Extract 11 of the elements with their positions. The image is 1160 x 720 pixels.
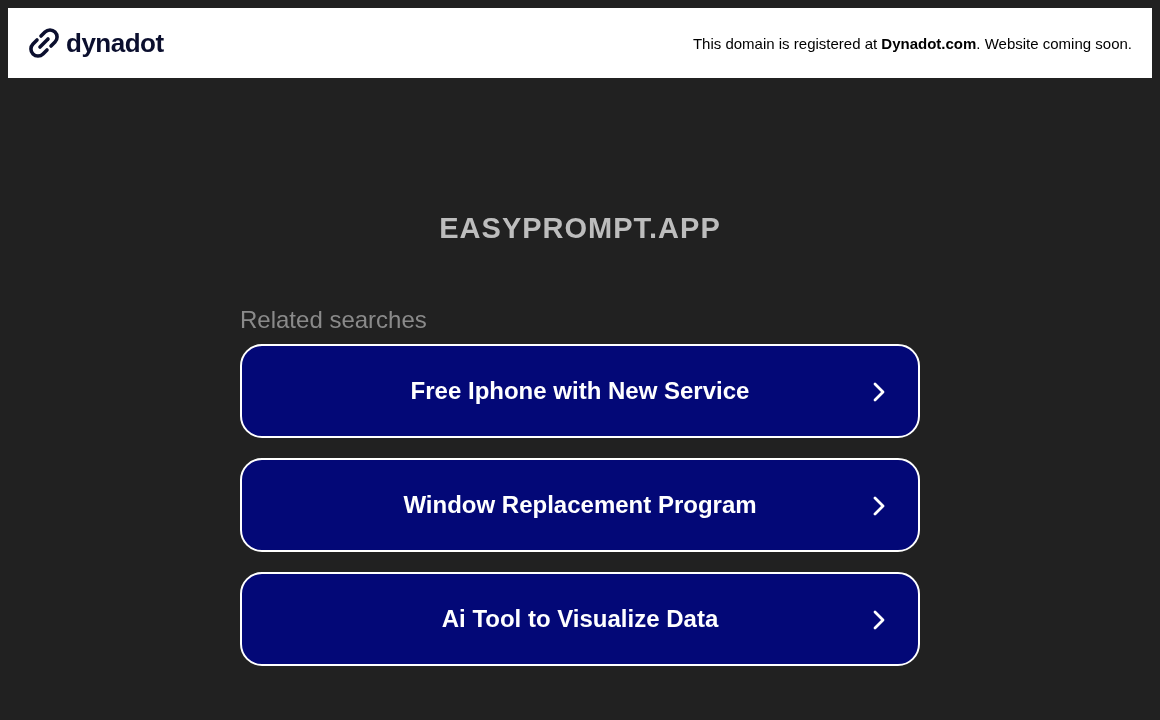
chain-link-icon <box>28 27 60 59</box>
chevron-right-icon <box>872 609 886 631</box>
chevron-right-icon <box>872 381 886 403</box>
search-link-button[interactable]: Ai Tool to Visualize Data <box>240 572 920 666</box>
search-link-button[interactable]: Free Iphone with New Service <box>240 344 920 438</box>
related-label: Related searches <box>240 306 428 334</box>
chevron-right-icon <box>872 495 886 517</box>
search-link-button[interactable]: Window Replacement Program <box>240 458 920 552</box>
domain-title: EASYPROMPT.APP <box>439 211 721 246</box>
notice-text: This domain is registered at Dynadot.com. Website coming soon. <box>692 34 1132 52</box>
logo-text[interactable]: dynadot <box>66 27 164 59</box>
